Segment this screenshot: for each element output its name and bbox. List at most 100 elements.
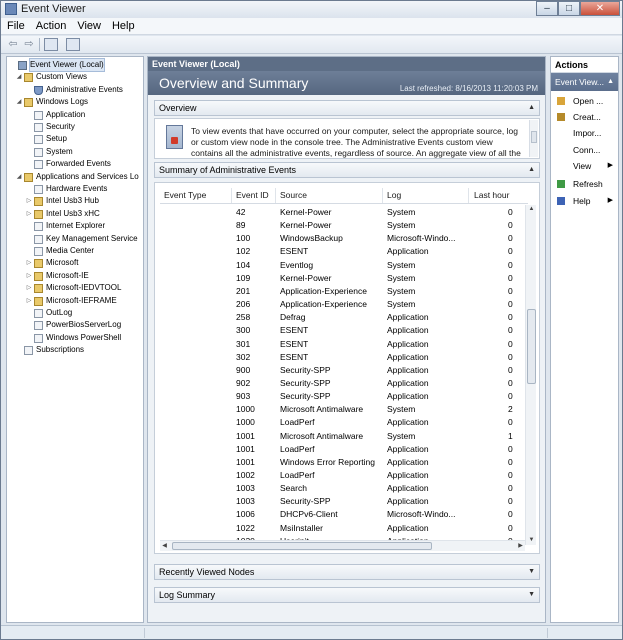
tree-item[interactable]: ◢ Applications and Services Lo [7, 171, 143, 183]
overview-scrollbar[interactable] [529, 120, 538, 157]
action-item[interactable]: Help ▶ [551, 194, 618, 208]
menu-file[interactable]: File [1, 18, 30, 32]
expand-arrow-icon[interactable]: ▼ [528, 565, 535, 579]
table-row[interactable]: 1006 DHCPv6-Client Microsoft-Windo... 0 [160, 508, 522, 521]
table-row[interactable]: 1000 LoadPerf Application 0 [160, 416, 522, 429]
show-hide-console-tree-icon[interactable] [44, 38, 58, 51]
column-header-event-id[interactable]: Event ID [236, 190, 269, 200]
tree-item[interactable]: ▷ Microsoft-IEFRAME [7, 295, 143, 307]
table-row[interactable]: 902 Security-SPP Application 0 [160, 377, 522, 390]
tree-item[interactable]: ▷ Microsoft-IE [7, 270, 143, 282]
expand-toggle-icon[interactable]: ▷ [25, 272, 33, 280]
collapse-arrow-icon[interactable]: ▲ [607, 73, 614, 91]
tree-item[interactable]: ▷ Microsoft-IEDVTOOL [7, 282, 143, 294]
table-row[interactable]: 1001 Windows Error Reporting Application 0 [160, 456, 522, 469]
back-arrow-icon[interactable]: ⇦ [6, 38, 20, 51]
tree-item[interactable]: System [7, 146, 143, 158]
expand-arrow-icon[interactable]: ▼ [528, 588, 535, 602]
table-row[interactable]: 258 Defrag Application 0 [160, 311, 522, 324]
action-item[interactable]: Open ... [551, 94, 618, 108]
table-row[interactable]: 1003 Security-SPP Application 0 [160, 495, 522, 508]
tree-item[interactable]: ▷ Microsoft [7, 257, 143, 269]
action-item[interactable]: Creat... [551, 110, 618, 124]
tree-item[interactable]: Administrative Events [7, 84, 143, 96]
tree-item[interactable]: Forwarded Events [7, 158, 143, 170]
actions-section-header[interactable]: Event View... ▲ [551, 73, 618, 91]
action-item[interactable]: View ▶ [551, 159, 618, 173]
column-header-source[interactable]: Source [280, 190, 307, 200]
column-header-log[interactable]: Log [387, 190, 401, 200]
tree-item[interactable]: ▷ Intel Usb3 Hub [7, 195, 143, 207]
column-header-last-hour[interactable]: Last hour [474, 190, 509, 200]
table-row[interactable]: 42 Kernel-Power System 0 [160, 206, 522, 219]
scroll-thumb[interactable] [527, 309, 536, 384]
expand-toggle-icon[interactable]: ▷ [25, 297, 33, 305]
expand-toggle-icon[interactable]: ▷ [25, 284, 33, 292]
scroll-thumb[interactable] [531, 131, 537, 143]
tree-item[interactable]: Hardware Events [7, 183, 143, 195]
expand-toggle-icon[interactable]: ◢ [15, 73, 23, 81]
collapse-arrow-icon[interactable]: ▲ [528, 101, 535, 115]
close-button[interactable]: ✕ [580, 1, 620, 16]
action-item[interactable]: Conn... [551, 143, 618, 157]
tree-item[interactable]: Windows PowerShell [7, 332, 143, 344]
tree-item[interactable]: ◢ Custom Views [7, 71, 143, 83]
tree-item[interactable]: ◢ Windows Logs [7, 96, 143, 108]
expand-toggle-icon[interactable]: ▷ [25, 197, 33, 205]
tree-item[interactable]: Application [7, 109, 143, 121]
show-hide-action-pane-icon[interactable] [66, 38, 80, 51]
tree-item[interactable]: Event Viewer (Local) [7, 58, 143, 72]
table-row[interactable]: 201 Application-Experience System 0 [160, 285, 522, 298]
table-row[interactable]: 1003 Search Application 0 [160, 482, 522, 495]
tree-item[interactable]: ▷ Intel Usb3 xHC [7, 208, 143, 220]
table-row[interactable]: 1002 LoadPerf Application 0 [160, 469, 522, 482]
menu-action[interactable]: Action [30, 18, 72, 32]
table-vertical-scrollbar[interactable]: ▲ ▼ [525, 205, 536, 545]
table-row[interactable]: 1001 Microsoft Antimalware System 1 [160, 430, 522, 443]
table-row[interactable]: 104 Eventlog System 0 [160, 259, 522, 272]
table-row[interactable]: 89 Kernel-Power System 0 [160, 219, 522, 232]
scroll-up-arrow-icon[interactable]: ▲ [527, 205, 536, 214]
table-row[interactable]: 301 ESENT Application 0 [160, 338, 522, 351]
tree-item[interactable]: Setup [7, 133, 143, 145]
table-row[interactable]: 300 ESENT Application 0 [160, 324, 522, 337]
action-item[interactable]: Impor... [551, 126, 618, 140]
tree-item[interactable]: Security [7, 121, 143, 133]
table-row[interactable]: 302 ESENT Application 0 [160, 351, 522, 364]
summary-section-header[interactable]: Summary of Administrative Events ▲ [154, 162, 540, 178]
menu-help[interactable]: Help [106, 18, 140, 32]
scroll-down-arrow-icon[interactable]: ▼ [527, 536, 536, 545]
recently-viewed-section-header[interactable]: Recently Viewed Nodes ▼ [154, 564, 540, 580]
table-row[interactable]: 206 Application-Experience System 0 [160, 298, 522, 311]
tree-item[interactable]: Internet Explorer [7, 220, 143, 232]
overview-section-header[interactable]: Overview ▲ [154, 100, 540, 116]
expand-toggle-icon[interactable]: ▷ [25, 259, 33, 267]
table-row[interactable]: 100 WindowsBackup Microsoft-Windo... 0 [160, 232, 522, 245]
tree-item[interactable]: PowerBiosServerLog [7, 319, 143, 331]
forward-arrow-icon[interactable]: ⇨ [22, 38, 36, 51]
tree-item[interactable]: Media Center [7, 245, 143, 257]
table-row[interactable]: 1000 Microsoft Antimalware System 2 [160, 403, 522, 416]
tree-item[interactable]: Key Management Service [7, 233, 143, 245]
table-row[interactable]: 1022 MsiInstaller Application 0 [160, 522, 522, 535]
collapse-arrow-icon[interactable]: ▲ [528, 163, 535, 177]
table-row[interactable]: 1001 LoadPerf Application 0 [160, 443, 522, 456]
table-row[interactable]: 900 Security-SPP Application 0 [160, 364, 522, 377]
maximize-button[interactable]: □ [558, 1, 580, 16]
tree-item[interactable]: Subscriptions [7, 344, 143, 356]
scroll-right-arrow-icon[interactable]: ▶ [516, 542, 525, 551]
table-horizontal-scrollbar[interactable]: ◀ ▶ [160, 540, 525, 551]
column-header-event-type[interactable]: Event Type [164, 190, 206, 200]
menu-view[interactable]: View [71, 18, 106, 32]
log-summary-section-header[interactable]: Log Summary ▼ [154, 587, 540, 603]
scroll-thumb[interactable] [172, 542, 432, 550]
tree-item[interactable]: OutLog [7, 307, 143, 319]
scroll-left-arrow-icon[interactable]: ◀ [160, 542, 169, 551]
expand-toggle-icon[interactable]: ◢ [15, 98, 23, 106]
action-item[interactable]: Refresh [551, 177, 618, 191]
expand-toggle-icon[interactable]: ▷ [25, 210, 33, 218]
table-row[interactable]: 903 Security-SPP Application 0 [160, 390, 522, 403]
table-row[interactable]: 102 ESENT Application 0 [160, 245, 522, 258]
minimize-button[interactable]: ‒ [536, 1, 558, 16]
table-row[interactable]: 109 Kernel-Power System 0 [160, 272, 522, 285]
